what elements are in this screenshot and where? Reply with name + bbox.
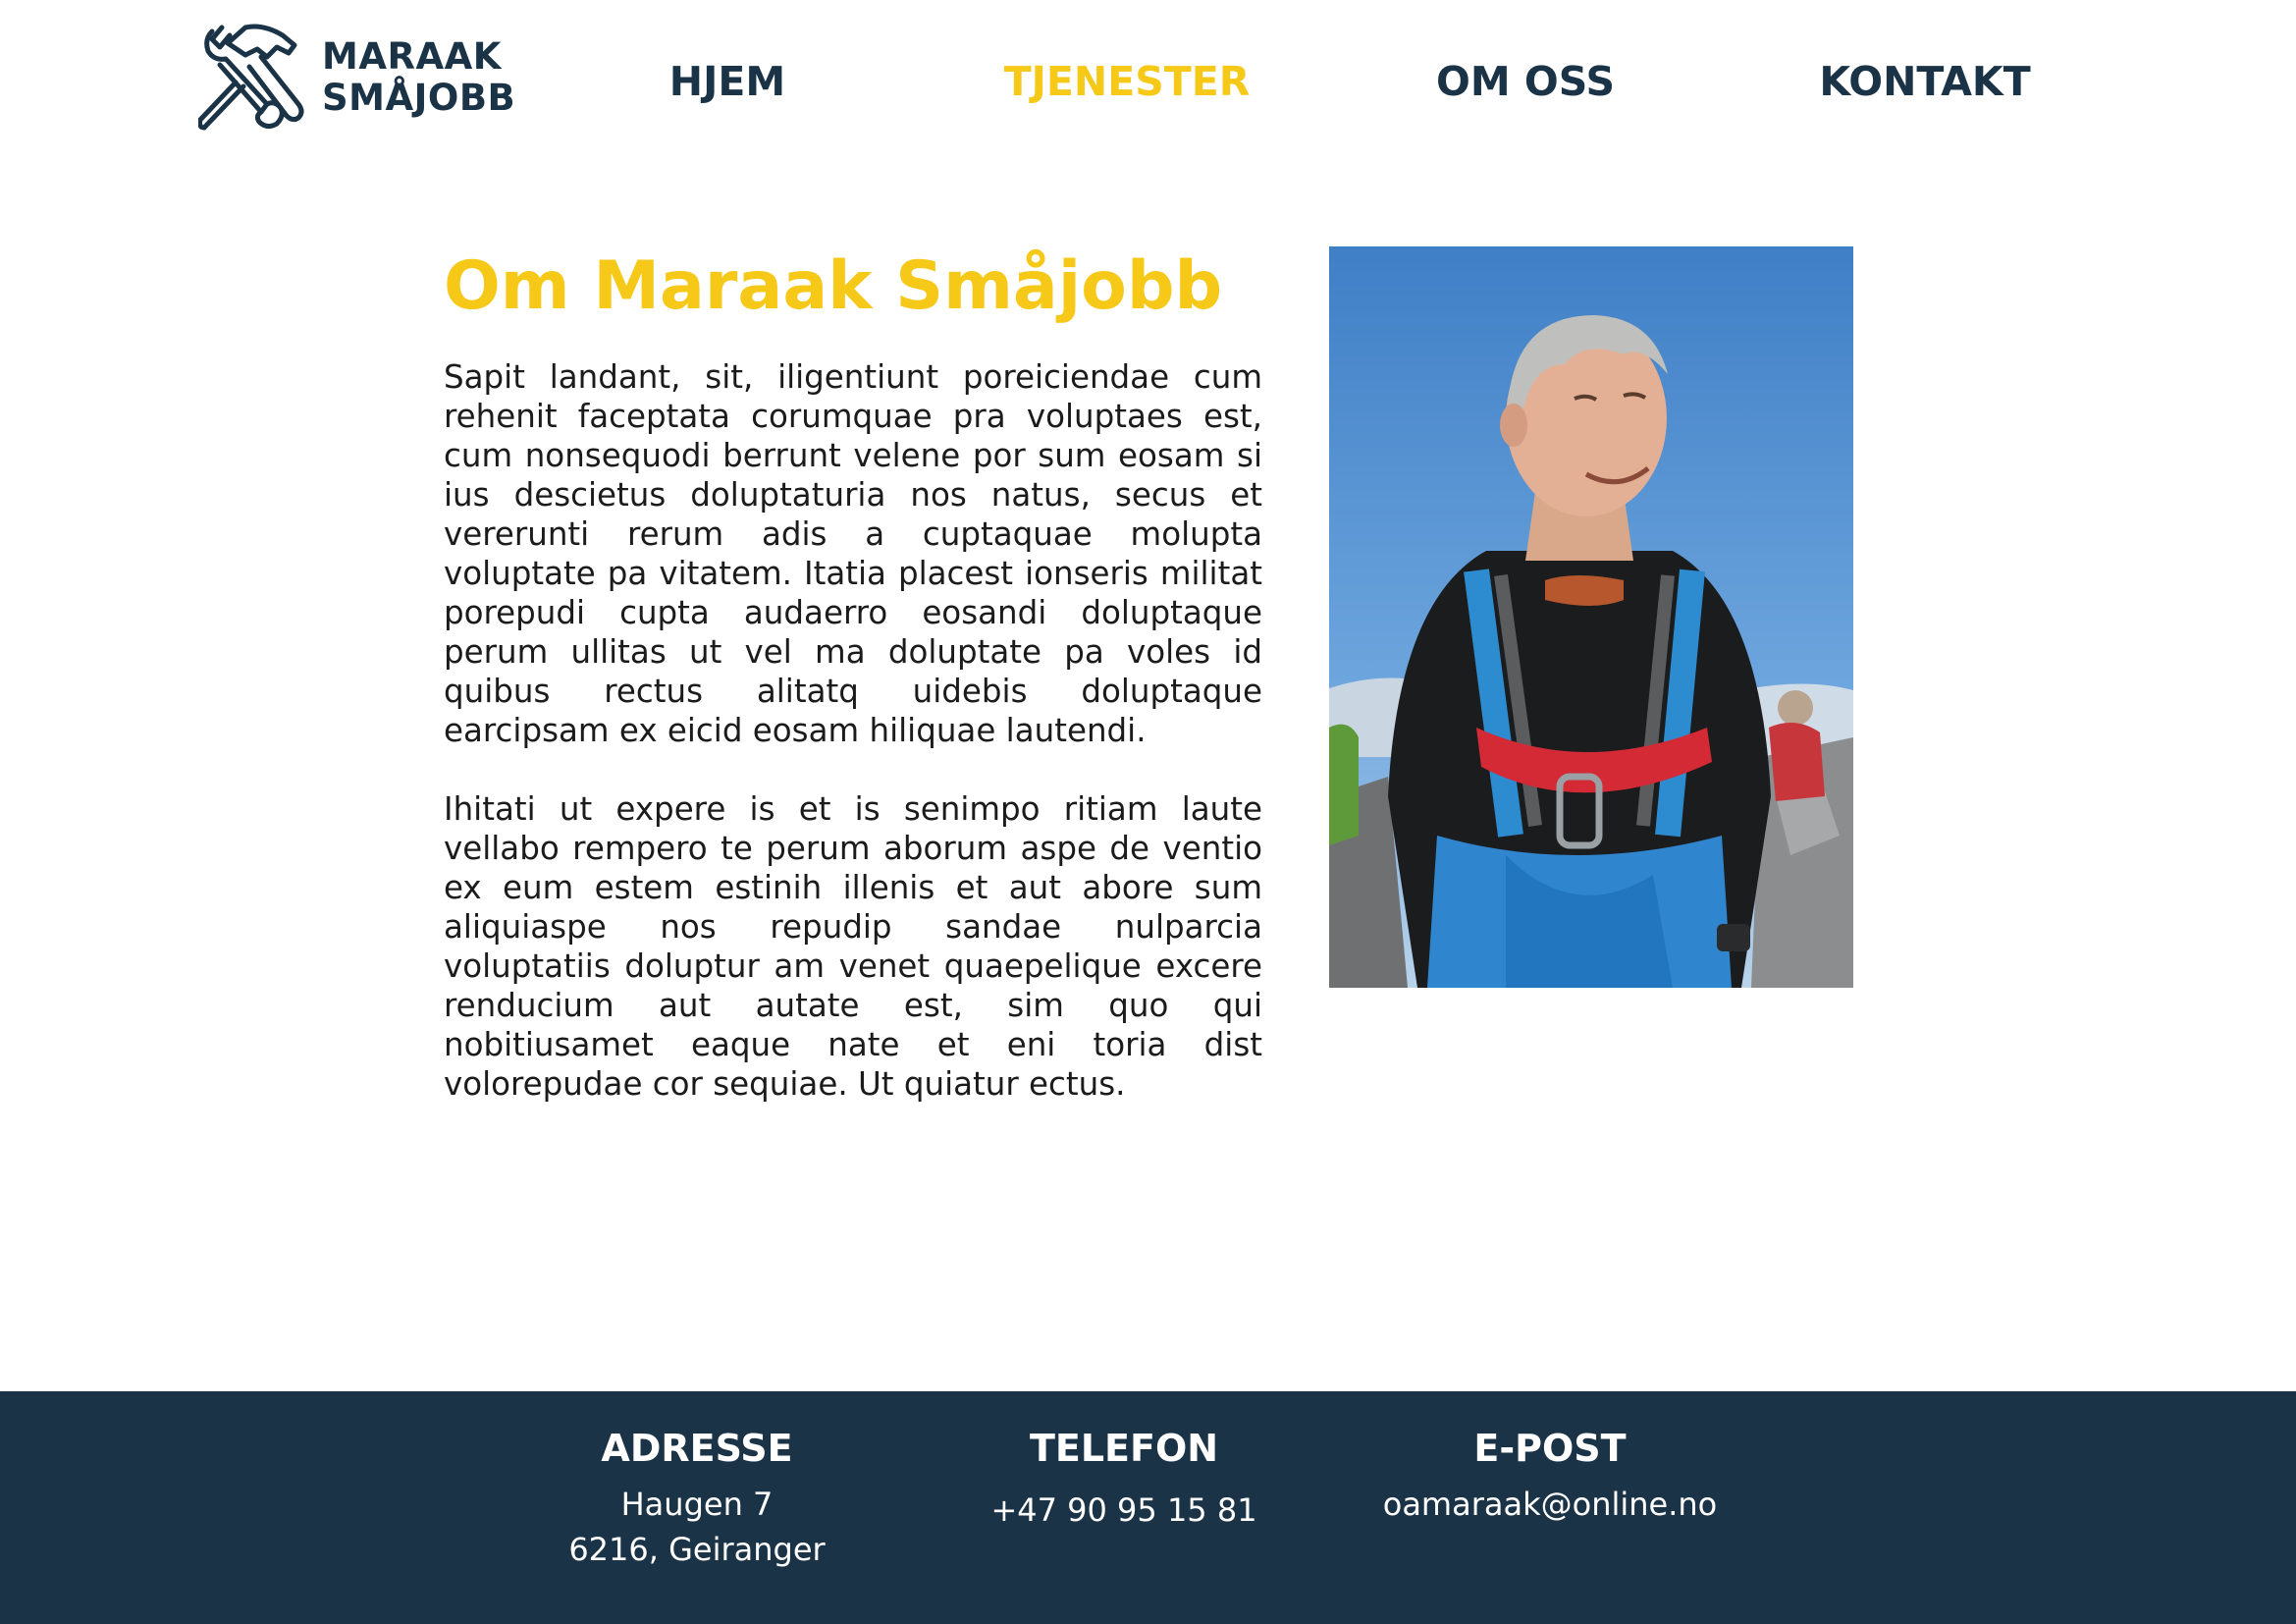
page-title: Om Maraak Småjobb [444,247,1223,325]
nav-link-services[interactable]: TJENESTER [1004,57,1251,106]
brand-line-1: MARAAK [322,35,502,78]
footer-phone: TELEFON +47 90 95 15 81 [990,1425,1256,1533]
about-paragraph-1: Sapit landant, sit, iligentiunt poreicie… [444,358,1262,749]
nav-link-home[interactable]: HJEM [669,57,785,106]
owner-photo-image [1329,246,1853,988]
footer-address-line-1: Haugen 7 [620,1486,774,1523]
brand-logo[interactable]: MARAAK SMÅJOBB [198,22,515,134]
site-header: MARAAK SMÅJOBB HJEM TJENESTER OM OSS KON… [0,0,2296,167]
footer-phone-number[interactable]: +47 90 95 15 81 [990,1488,1256,1533]
owner-photo [1329,246,1853,988]
brand-name: MARAAK SMÅJOBB [322,36,515,119]
nav-link-about[interactable]: OM OSS [1436,57,1615,106]
footer-address-line-2: 6216, Geiranger [568,1531,826,1568]
footer-phone-heading: TELEFON [1029,1427,1219,1470]
footer-email: E-POST oamaraak@online.no [1383,1425,1718,1527]
about-paragraph-2: Ihitati ut expere is et is senimpo ritia… [444,790,1262,1103]
hammer-wrench-icon [198,24,304,131]
footer-email-heading: E-POST [1473,1427,1627,1470]
footer-email-address[interactable]: oamaraak@online.no [1383,1482,1718,1527]
brand-line-2: SMÅJOBB [322,77,516,119]
nav-link-contact[interactable]: KONTAKT [1819,57,2030,106]
footer-address-heading: ADRESSE [601,1427,793,1470]
site-footer: ADRESSE Haugen 7 6216, Geiranger TELEFON… [0,1391,2296,1624]
footer-address: ADRESSE Haugen 7 6216, Geiranger [568,1425,825,1572]
